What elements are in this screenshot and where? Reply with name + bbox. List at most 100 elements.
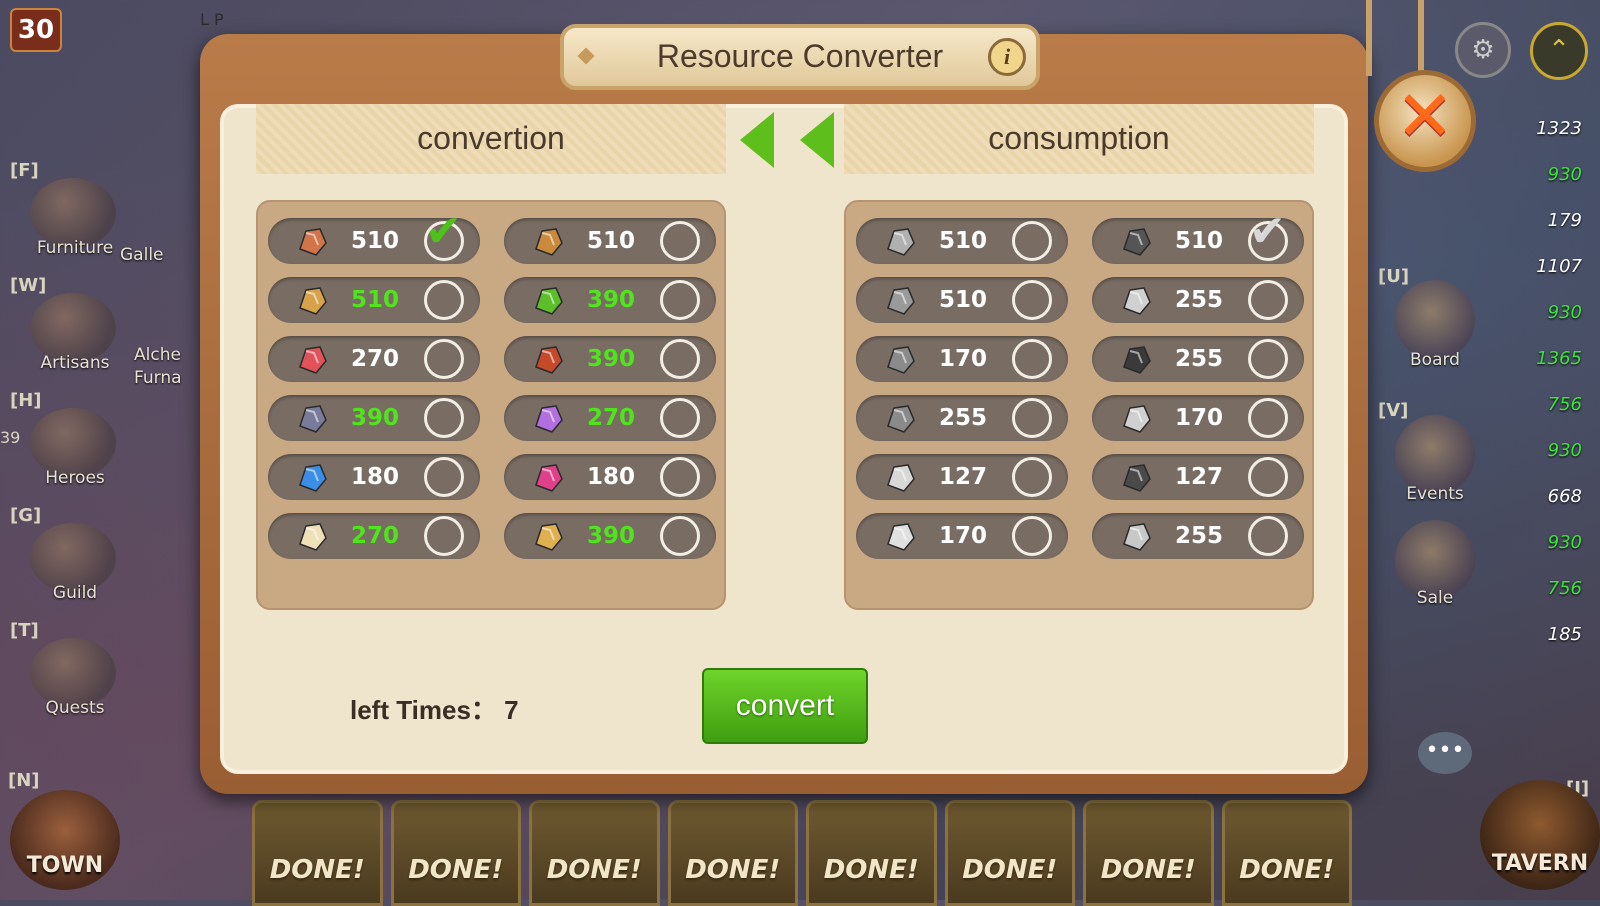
pumpkin-events-icon[interactable]	[1395, 415, 1475, 495]
resource-slot[interactable]: 127	[856, 454, 1068, 500]
collapse-up-icon[interactable]: ⌃	[1530, 22, 1588, 80]
board-icon[interactable]	[1395, 280, 1475, 360]
resource-amount: 270	[350, 523, 399, 549]
resource-amount: 390	[586, 346, 635, 372]
resource-slot[interactable]: 390	[504, 513, 716, 559]
menu-alchemy-partial-2[interactable]: Furna	[134, 368, 204, 388]
resource-slot[interactable]: 270	[268, 513, 480, 559]
resource-slot[interactable]: 170	[856, 336, 1068, 382]
select-radio[interactable]	[1012, 398, 1052, 438]
select-radio[interactable]	[1012, 339, 1052, 379]
select-radio[interactable]	[660, 398, 700, 438]
menu-guild[interactable]: [G] Guild	[10, 505, 130, 615]
select-radio[interactable]	[660, 339, 700, 379]
consumption-header-label: consumption	[988, 120, 1170, 156]
done-slot[interactable]: DONE!	[806, 800, 937, 906]
resource-slot[interactable]: 510	[856, 218, 1068, 264]
select-radio[interactable]	[1248, 398, 1288, 438]
done-slot[interactable]: DONE!	[944, 800, 1075, 906]
done-slot[interactable]: DONE!	[1221, 800, 1352, 906]
select-radio[interactable]	[1012, 457, 1052, 497]
resource-slot[interactable]: 270	[504, 395, 716, 441]
events-label: Events	[1406, 484, 1464, 504]
checkmark-icon: ✔	[1249, 206, 1286, 257]
resource-slot[interactable]: 255	[1092, 336, 1304, 382]
town-button[interactable]: TOWN	[10, 790, 120, 890]
orb-icon	[882, 459, 918, 495]
resource-amount: 255	[1174, 523, 1223, 549]
resource-slot[interactable]: 510 ✔	[1092, 210, 1304, 264]
resource-slot[interactable]: 510	[856, 277, 1068, 323]
done-label: DONE!	[408, 855, 504, 885]
convert-button[interactable]: convert	[702, 668, 868, 744]
close-button[interactable]: ✕	[1374, 70, 1476, 172]
fabric-roll-icon	[1118, 518, 1154, 554]
sale-label: Sale	[1416, 588, 1454, 608]
resource-amount: 180	[586, 464, 635, 490]
gem-icon	[1118, 459, 1154, 495]
done-slot[interactable]: DONE!	[667, 800, 798, 906]
resource-slot[interactable]: 255	[1092, 513, 1304, 559]
menu-alchemy-partial-1[interactable]: Alche	[134, 345, 204, 365]
resource-slot[interactable]: 510 ✔	[268, 210, 480, 264]
select-radio[interactable]	[660, 457, 700, 497]
resource-count: 179	[1547, 210, 1582, 231]
select-radio[interactable]	[1248, 280, 1288, 320]
consumption-panel: 510 510 ✔ 510 255 170 255 255 170 127 127 170 255	[844, 200, 1314, 610]
pink-gem-icon	[530, 459, 566, 495]
resource-slot[interactable]: 510	[504, 218, 716, 264]
tavern-button[interactable]: TAVERN	[1480, 780, 1600, 890]
stone-icon	[882, 223, 918, 259]
resource-slot[interactable]: 127	[1092, 454, 1304, 500]
arrow-left-icon	[740, 112, 774, 168]
resource-slot[interactable]: 170	[1092, 395, 1304, 441]
select-radio[interactable]	[424, 280, 464, 320]
select-radio[interactable]	[1248, 457, 1288, 497]
resource-slot[interactable]: 510	[268, 277, 480, 323]
select-radio[interactable]	[424, 339, 464, 379]
select-radio[interactable]	[424, 516, 464, 556]
select-radio[interactable]: ✔	[1248, 210, 1288, 261]
resource-slot[interactable]: 180	[504, 454, 716, 500]
select-radio[interactable]	[1248, 339, 1288, 379]
menu-heroes[interactable]: [H] Heroes	[10, 390, 130, 500]
select-radio[interactable]	[424, 457, 464, 497]
resource-slot[interactable]: 270	[268, 336, 480, 382]
done-slot[interactable]: DONE!	[252, 800, 383, 906]
menu-furniture[interactable]: [F] Furniture	[10, 160, 130, 270]
select-radio[interactable]: ✔	[424, 210, 464, 261]
select-radio[interactable]	[660, 516, 700, 556]
resource-slot[interactable]: 390	[504, 277, 716, 323]
done-slot[interactable]: DONE!	[1083, 800, 1214, 906]
done-slot[interactable]: DONE!	[529, 800, 660, 906]
select-radio[interactable]	[424, 398, 464, 438]
chat-bubble-icon[interactable]: •••	[1418, 732, 1472, 774]
done-slot[interactable]: DONE!	[390, 800, 521, 906]
select-radio[interactable]	[1012, 221, 1052, 261]
resource-slot[interactable]: 170	[856, 513, 1068, 559]
resource-count: 930	[1547, 302, 1582, 323]
resource-slot[interactable]: 390	[504, 336, 716, 382]
select-radio[interactable]	[1248, 516, 1288, 556]
dialog-title: Resource Converter	[656, 38, 944, 74]
resource-slot[interactable]: 255	[1092, 277, 1304, 323]
resource-count: 185	[1547, 624, 1582, 645]
select-radio[interactable]	[660, 221, 700, 261]
resource-amount: 127	[1174, 464, 1223, 490]
menu-artisans[interactable]: [W] Artisans	[10, 275, 130, 385]
resource-slot[interactable]: 390	[268, 395, 480, 441]
select-radio[interactable]	[1012, 516, 1052, 556]
resource-amount: 170	[938, 346, 987, 372]
menu-gallery-partial[interactable]: Galle	[120, 245, 200, 265]
crystal-ore-icon	[294, 400, 330, 436]
blue-orb-icon	[294, 459, 330, 495]
info-icon[interactable]: i	[988, 38, 1026, 76]
menu-quests[interactable]: [T] Quests	[10, 620, 130, 730]
resource-slot[interactable]: 180	[268, 454, 480, 500]
select-radio[interactable]	[660, 280, 700, 320]
resource-slot[interactable]: 255	[856, 395, 1068, 441]
parchment-icon	[882, 282, 918, 318]
settings-gear-icon[interactable]: ⚙	[1455, 22, 1511, 78]
select-radio[interactable]	[1012, 280, 1052, 320]
resource-amount: 510	[1174, 228, 1223, 254]
